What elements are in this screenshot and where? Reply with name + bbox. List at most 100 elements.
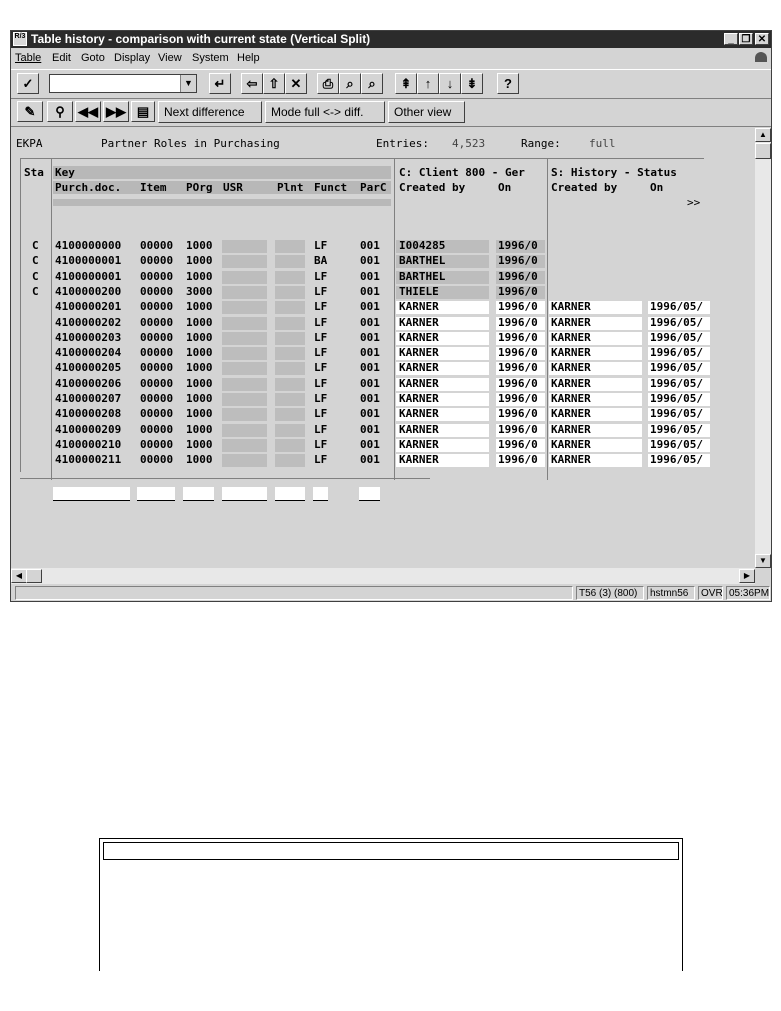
cell-funct: LF: [314, 270, 328, 283]
cell-porg: 1000: [186, 300, 213, 313]
cell-usr: [222, 240, 267, 253]
zoom-icon[interactable]: ⚲: [47, 101, 73, 122]
filter-input-item[interactable]: [137, 487, 175, 501]
next-page-icon[interactable]: ↓: [439, 73, 461, 94]
cell-status: C: [32, 285, 39, 298]
rewind-icon[interactable]: ◀◀: [75, 101, 101, 122]
print-icon[interactable]: ⎙: [317, 73, 339, 94]
first-page-icon[interactable]: ⇞: [395, 73, 417, 94]
cell-s-created-by: KARNER: [551, 392, 591, 405]
cell-c-on: 1996/0: [498, 300, 538, 313]
help-icon[interactable]: ?: [497, 73, 519, 94]
col-header-parc[interactable]: ParC: [360, 181, 387, 195]
edit-pencil-icon[interactable]: ✎: [17, 101, 43, 122]
cell-c-on: 1996/0: [498, 438, 538, 451]
cell-funct: LF: [314, 316, 328, 329]
col-header-porg[interactable]: POrg: [186, 181, 213, 195]
col-header-usr[interactable]: USR: [223, 181, 243, 195]
empty-frame-header: [103, 842, 679, 860]
status-mode[interactable]: OVR: [698, 586, 723, 600]
scroll-left-icon[interactable]: ◀: [11, 569, 27, 583]
table-history-content: EKPA Partner Roles in Purchasing Entries…: [11, 128, 755, 568]
menu-table[interactable]: Table: [15, 49, 41, 67]
cell-parc: 001: [360, 407, 380, 420]
menu-help[interactable]: Help: [237, 49, 260, 67]
filter-input-funct[interactable]: [313, 487, 328, 501]
scroll-down-icon[interactable]: ▼: [755, 554, 771, 568]
cell-s-on: 1996/05/: [650, 316, 703, 329]
scroll-right-indicator[interactable]: >>: [687, 196, 700, 210]
filter-input-parc[interactable]: [359, 487, 380, 501]
cell-funct: LF: [314, 377, 328, 390]
horizontal-scroll-thumb[interactable]: [26, 569, 42, 583]
cell-porg: 1000: [186, 254, 213, 267]
menu-display[interactable]: Display: [114, 49, 150, 67]
menu-view[interactable]: View: [158, 49, 182, 67]
cell-c-on: 1996/0: [498, 316, 538, 329]
find-next-icon[interactable]: ⌕: [361, 73, 383, 94]
col-header-s-created-by[interactable]: Created by: [551, 181, 617, 195]
filter-input-plnt[interactable]: [275, 487, 305, 501]
other-view-button[interactable]: Other view: [388, 101, 465, 123]
cell-purch-doc: 4100000206: [55, 377, 122, 390]
cell-status: C: [32, 270, 39, 283]
find-icon[interactable]: ⌕: [339, 73, 361, 94]
fast-forward-icon[interactable]: ▶▶: [103, 101, 129, 122]
col-header-c-on[interactable]: On: [498, 181, 511, 195]
last-page-icon[interactable]: ⇟: [461, 73, 483, 94]
vertical-scrollbar[interactable]: ▲ ▼: [755, 128, 771, 568]
col-header-c-created-by[interactable]: Created by: [399, 181, 465, 195]
cell-c-created-by: KARNER: [399, 300, 439, 313]
chevron-down-icon[interactable]: ▼: [180, 75, 196, 92]
col-header-item[interactable]: Item: [140, 181, 167, 195]
cell-purch-doc: 4100000000: [55, 239, 122, 252]
menu-goto[interactable]: Goto: [81, 49, 105, 67]
cell-usr: [222, 301, 267, 314]
col-header-purch-doc[interactable]: Purch.doc.: [55, 181, 121, 195]
r3-app-icon[interactable]: R/3: [13, 32, 27, 46]
cell-purch-doc: 4100000201: [55, 300, 122, 313]
restore-button[interactable]: ❐: [739, 33, 753, 45]
menu-system[interactable]: System: [192, 49, 229, 67]
cell-item: 00000: [140, 407, 174, 420]
cell-porg: 1000: [186, 392, 213, 405]
previous-page-icon[interactable]: ↑: [417, 73, 439, 94]
checkmark-icon[interactable]: ✓: [17, 73, 39, 94]
cancel-icon[interactable]: ✕: [285, 73, 307, 94]
filter-input-usr[interactable]: [222, 487, 267, 501]
next-difference-button[interactable]: Next difference: [158, 101, 262, 123]
command-field[interactable]: ▼: [49, 74, 197, 93]
horizontal-scrollbar[interactable]: ◀ ▶: [11, 568, 755, 584]
cell-c-on: 1996/0: [498, 254, 538, 267]
minimize-button[interactable]: _: [724, 33, 738, 45]
menu-edit[interactable]: Edit: [52, 49, 71, 67]
vertical-scroll-thumb[interactable]: [755, 143, 771, 159]
filter-input-purch-doc[interactable]: [53, 487, 130, 501]
cell-purch-doc: 4100000204: [55, 346, 122, 359]
exit-icon[interactable]: ⇧: [263, 73, 285, 94]
cell-plnt: [275, 408, 305, 421]
cell-parc: 001: [360, 453, 380, 466]
filter-input-porg[interactable]: [183, 487, 214, 501]
cell-purch-doc: 4100000205: [55, 361, 122, 374]
cell-funct: LF: [314, 438, 328, 451]
col-header-s-on[interactable]: On: [650, 181, 663, 195]
detail-icon[interactable]: ▤: [131, 101, 155, 122]
cell-purch-doc: 4100000210: [55, 438, 122, 451]
scroll-up-icon[interactable]: ▲: [755, 128, 771, 142]
status-server: hstmn56: [647, 586, 695, 600]
back-icon[interactable]: ⇦: [241, 73, 263, 94]
mode-toggle-button[interactable]: Mode full <-> diff.: [265, 101, 385, 123]
cell-s-on: 1996/05/: [650, 361, 703, 374]
cell-porg: 3000: [186, 285, 213, 298]
enter-icon[interactable]: ↵: [209, 73, 231, 94]
sap-window: R/3 Table history - comparison with curr…: [10, 30, 772, 602]
col-header-plnt[interactable]: Plnt: [277, 181, 304, 195]
cell-c-created-by: BARTHEL: [399, 254, 446, 267]
table-name: EKPA: [16, 137, 43, 150]
range-value: full: [589, 137, 616, 150]
col-header-funct[interactable]: Funct: [314, 181, 347, 195]
scroll-right-icon[interactable]: ▶: [739, 569, 755, 583]
cell-porg: 1000: [186, 331, 213, 344]
close-button[interactable]: ✕: [755, 33, 769, 45]
